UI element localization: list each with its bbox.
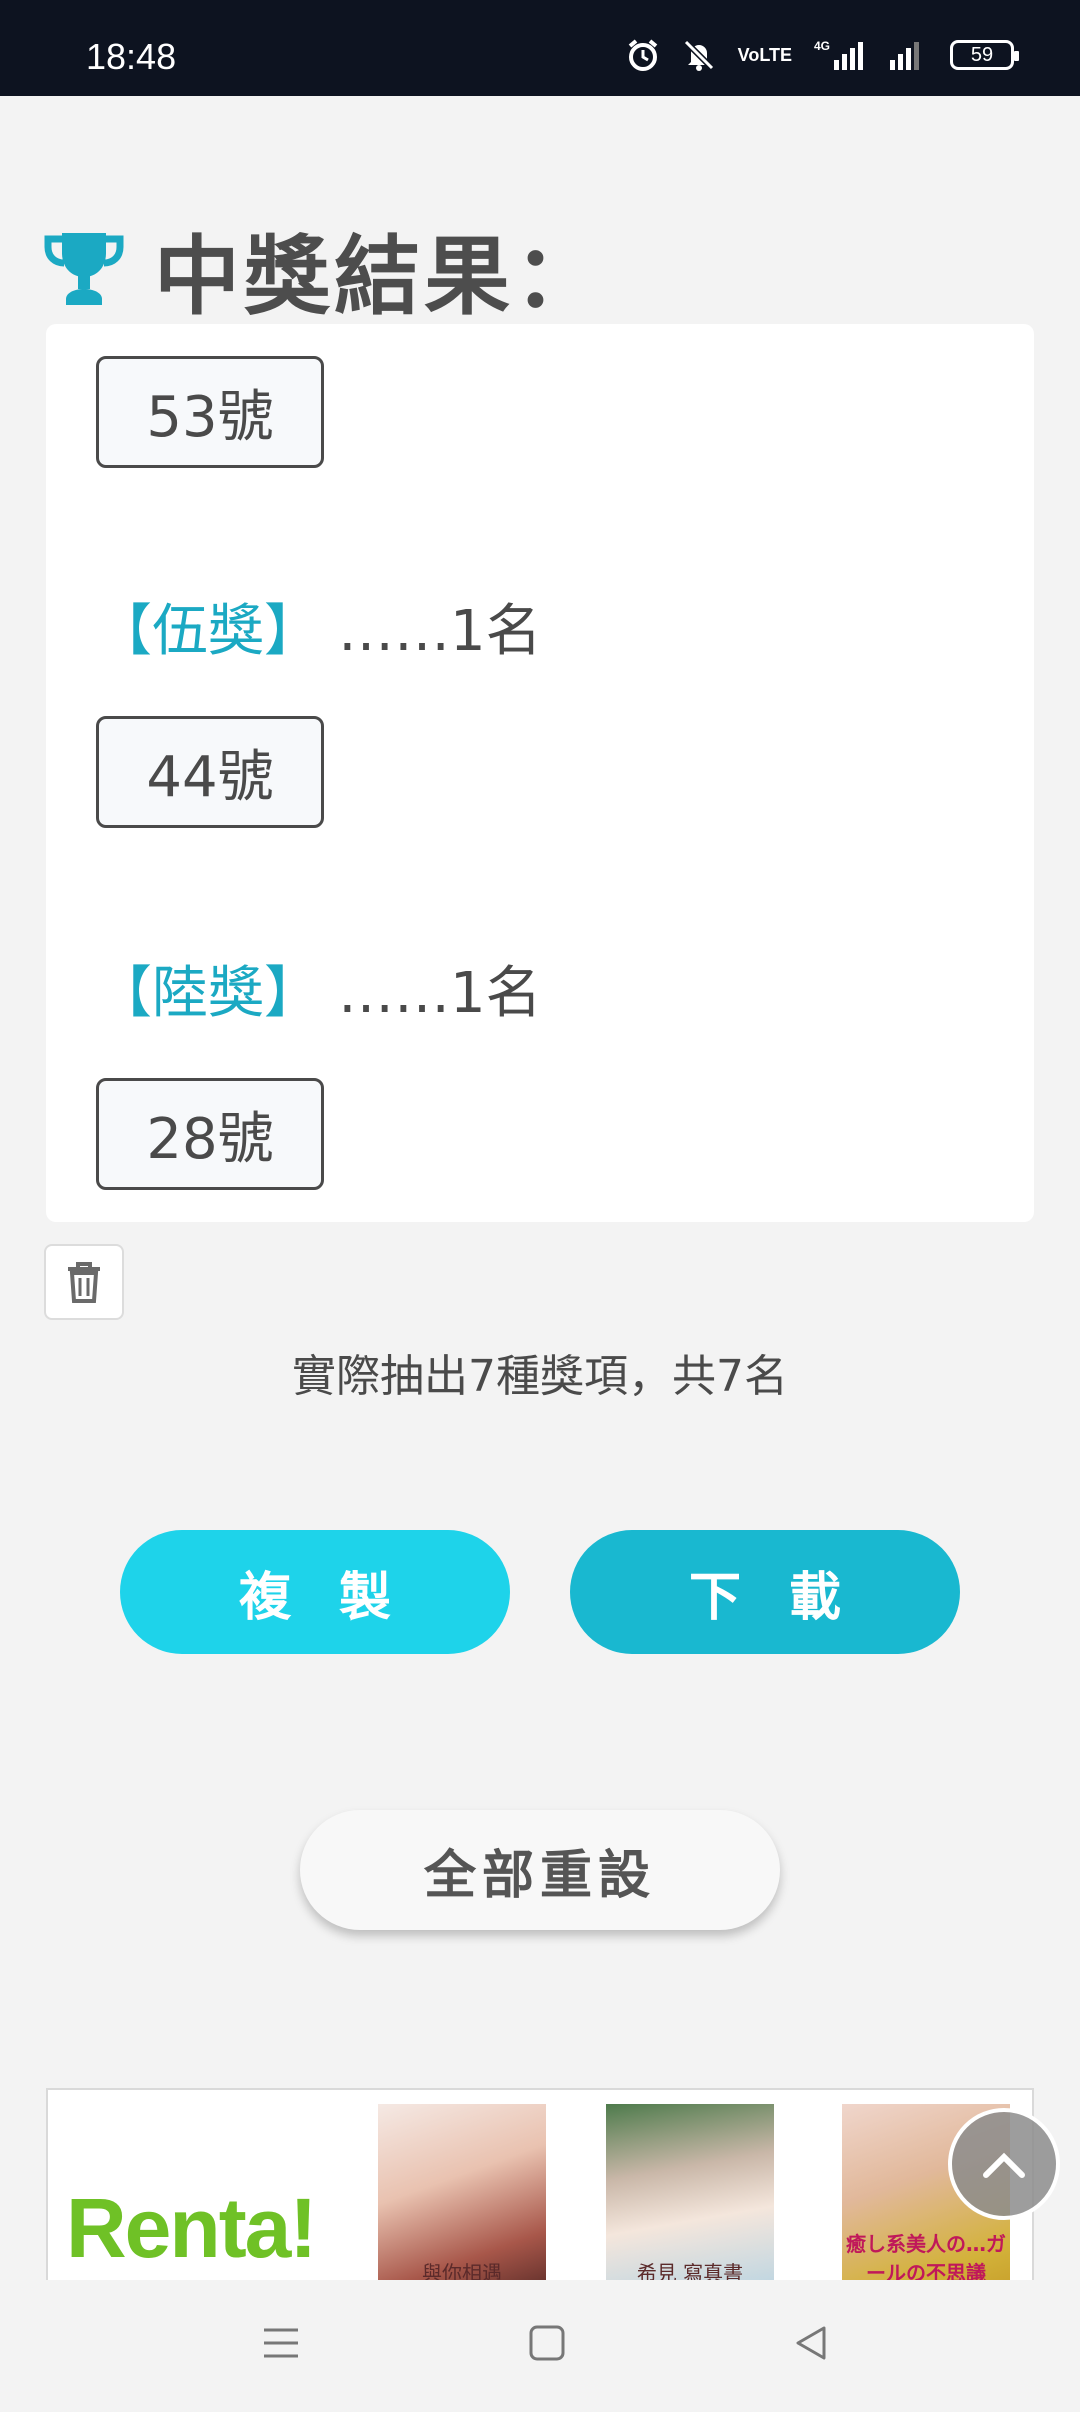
- copy-button[interactable]: 複製: [120, 1530, 510, 1654]
- reset-all-button[interactable]: 全部重設: [300, 1810, 780, 1930]
- results-header: 中獎結果：: [42, 206, 604, 331]
- ad-cover-image[interactable]: 希見 寫真書: [606, 2104, 774, 2280]
- ad-banner[interactable]: Renta! 與你相遇 希見 寫真書 癒し系美人の…ガールの不思議: [46, 2088, 1034, 2280]
- ad-logo: Renta!: [66, 2181, 317, 2275]
- mute-icon: [682, 38, 716, 72]
- results-title: 中獎結果：: [154, 227, 604, 327]
- winning-number: 53號: [96, 356, 324, 468]
- winning-number: 28號: [96, 1078, 324, 1190]
- signal-4g-icon: 4G: [814, 38, 866, 72]
- trophy-icon: [44, 232, 124, 305]
- chevron-up-icon: [983, 2152, 1025, 2178]
- volte-label: VoLTE: [737, 45, 792, 65]
- back-icon[interactable]: [792, 2324, 830, 2366]
- clear-results-button[interactable]: [44, 1244, 124, 1320]
- download-button[interactable]: 下載: [570, 1530, 960, 1654]
- menu-icon[interactable]: [262, 2324, 300, 2366]
- status-icons: VoLTE 4G 59: [626, 38, 1019, 72]
- status-bar: 18:48 VoLTE 4G 59: [0, 0, 1080, 96]
- prize-line: 【伍獎】 ……1名: [96, 586, 542, 667]
- signal-icon: [888, 38, 928, 72]
- ad-cover-caption: 癒し系美人の…ガールの不思議: [846, 2232, 1006, 2280]
- home-icon[interactable]: [528, 2324, 566, 2366]
- prize-name: 【陸獎】: [96, 961, 320, 1026]
- summary-text: 實際抽出7種獎項，共7名: [292, 1351, 788, 1402]
- winning-number: 44號: [96, 716, 324, 828]
- trash-icon: [68, 1262, 100, 1303]
- scroll-to-top-button[interactable]: [948, 2108, 1060, 2220]
- results-card: 53號 【伍獎】 ……1名 44號 【陸獎】 ……1名 28號: [46, 324, 1034, 1222]
- system-nav-bar: [0, 2280, 1080, 2412]
- svg-text:4G: 4G: [814, 39, 830, 53]
- prize-name: 【伍獎】: [96, 599, 320, 664]
- alarm-icon: [626, 38, 660, 72]
- ad-cover-caption: 與你相遇: [422, 2261, 502, 2280]
- ad-cover-image[interactable]: 與你相遇: [378, 2104, 546, 2280]
- battery-indicator: 59: [950, 40, 1019, 70]
- prize-line: 【陸獎】 ……1名: [96, 948, 542, 1029]
- prize-count: ……1名: [338, 599, 542, 664]
- prize-count: ……1名: [338, 961, 542, 1026]
- ad-cover-caption: 希見 寫真書: [636, 2261, 744, 2280]
- status-time: 18:48: [86, 36, 177, 77]
